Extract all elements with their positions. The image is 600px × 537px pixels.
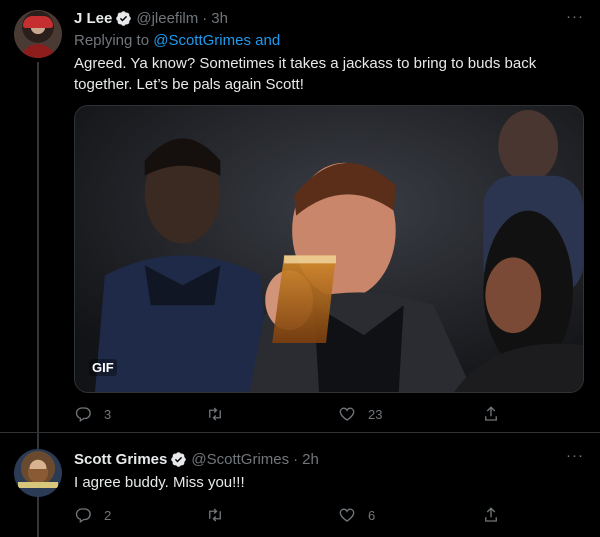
retweet-icon <box>209 407 221 421</box>
tweet-actions: 3 23 <box>74 403 584 425</box>
author-handle[interactable]: @ScottGrimes <box>191 451 289 468</box>
avatar-shirt <box>20 44 56 58</box>
reply-button[interactable]: 2 <box>74 504 111 526</box>
reply-count: 2 <box>104 507 112 523</box>
gif-media[interactable]: GIF <box>74 105 584 393</box>
replying-to-line: Replying to @ScottGrimes and <box>74 32 280 49</box>
tweet-text: Agreed. Ya know? Sometimes it takes a ja… <box>74 55 537 93</box>
tweet-text: I agree buddy. Miss you!!! <box>74 474 245 491</box>
replying-to-prefix: Replying to <box>74 32 150 49</box>
reply-icon <box>75 508 91 524</box>
tweet-actions: 2 6 <box>74 504 584 526</box>
replying-to-mention[interactable]: @ScottGrimes and <box>153 32 280 49</box>
reply-icon <box>75 407 91 423</box>
verified-icon <box>116 10 132 26</box>
avatar-banner <box>18 482 58 488</box>
tweet-header: J Lee @jleefilm · 3h <box>74 8 228 28</box>
like-count: 23 <box>368 406 383 422</box>
avatar-jlee[interactable] <box>14 10 62 58</box>
separator-dot: · <box>202 9 208 27</box>
retweet-button[interactable] <box>206 403 236 425</box>
author-name[interactable]: J Lee <box>74 10 112 27</box>
share-icon <box>485 507 497 522</box>
reply-button[interactable]: 3 <box>74 403 111 425</box>
avatar-beard <box>28 469 48 483</box>
like-count: 6 <box>368 507 376 523</box>
avatar-cap <box>23 16 53 28</box>
retweet-button[interactable] <box>206 504 236 526</box>
gif-badge: GIF <box>89 359 117 376</box>
like-button[interactable]: 6 <box>338 504 375 526</box>
separator-dot: · <box>293 450 299 468</box>
avatar-scott-grimes[interactable] <box>14 449 62 497</box>
more-icon[interactable]: ··· <box>564 9 586 30</box>
reply-tweet-scott-grimes[interactable]: Scott Grimes @ScottGrimes · 2h ··· I agr… <box>0 433 600 537</box>
reply-count: 3 <box>104 406 112 422</box>
tweet-header: Scott Grimes @ScottGrimes · 2h <box>74 449 319 469</box>
share-icon <box>485 406 497 421</box>
more-icon[interactable]: ··· <box>564 448 586 469</box>
author-handle[interactable]: @jleefilm <box>136 10 198 27</box>
like-icon <box>339 508 355 522</box>
tweet-timestamp[interactable]: 2h <box>302 451 319 468</box>
retweet-icon <box>209 508 221 522</box>
share-button[interactable] <box>482 504 500 526</box>
share-button[interactable] <box>482 403 500 425</box>
author-name[interactable]: Scott Grimes <box>74 451 167 468</box>
like-button[interactable]: 23 <box>338 403 382 425</box>
gif-still-image <box>75 106 583 392</box>
reply-tweet-jlee[interactable]: J Lee @jleefilm · 3h ··· Replying to @Sc… <box>0 0 600 432</box>
tweet-timestamp[interactable]: 3h <box>211 10 228 27</box>
like-icon <box>339 407 355 421</box>
verified-icon <box>171 451 187 467</box>
